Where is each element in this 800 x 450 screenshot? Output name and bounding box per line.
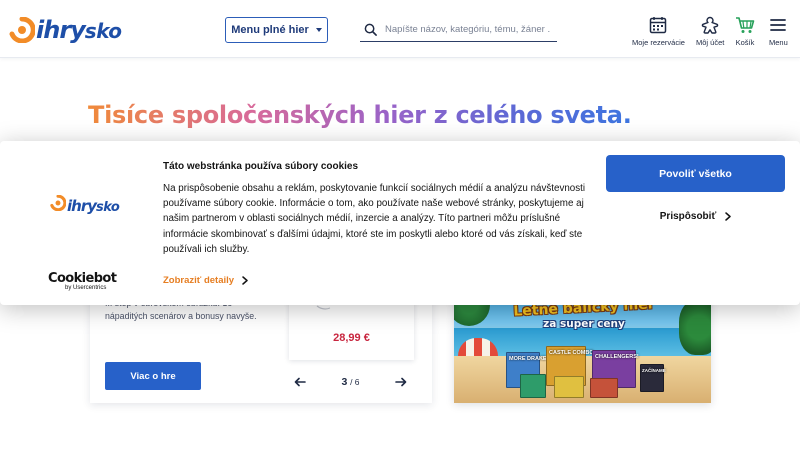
account-link[interactable]: Môj účet xyxy=(696,16,724,47)
summer-bundles-banner[interactable]: Letné balíčky hier za super ceny MORE DR… xyxy=(454,290,711,403)
account-label: Môj účet xyxy=(696,38,725,47)
game-box-label: CASTLE COMBO xyxy=(549,350,594,356)
cookie-banner-text: Na prispôsobenie obsahu a reklám, poskyt… xyxy=(163,183,586,255)
hero-title: Tisíce spoločenských hier z celého sveta… xyxy=(88,101,632,129)
cart-label: Košík xyxy=(735,38,755,47)
chevron-right-icon xyxy=(242,276,248,285)
more-about-game-button[interactable]: Viac o hre xyxy=(105,362,201,390)
palm-right-image xyxy=(679,300,711,355)
customize-label: Prispôsobiť xyxy=(659,210,717,222)
main-menu-link[interactable]: Menu xyxy=(769,16,788,47)
search-bar xyxy=(360,17,557,42)
logo-mark-icon xyxy=(50,194,67,216)
game-box xyxy=(520,374,546,398)
show-details-link[interactable]: Zobraziť detaily xyxy=(163,275,248,286)
game-box xyxy=(590,378,618,398)
reservations-label: Moje rezervácie xyxy=(632,38,685,47)
page-total: / 6 xyxy=(350,377,360,387)
search-icon[interactable] xyxy=(364,23,377,36)
customize-button[interactable]: Prispôsobiť xyxy=(606,205,785,227)
main-menu-label: Menu xyxy=(769,38,788,47)
hamburger-icon xyxy=(770,19,787,31)
carousel-pager: 3 / 6 xyxy=(294,376,407,388)
search-input[interactable] xyxy=(385,23,550,35)
arrow-right-icon[interactable] xyxy=(395,377,407,387)
game-box-label: MORE DRAKE xyxy=(509,356,547,362)
site-header: ihrysko Menu plné hier Moje rezervácie M… xyxy=(0,0,800,58)
product-price: 28,99 € xyxy=(333,332,370,344)
cookie-consent-banner: ihrysko Táto webstránka používa súbory c… xyxy=(0,141,800,305)
logo-text-sub: sko xyxy=(84,19,122,43)
cookiebot-name: Cookiebot xyxy=(48,271,117,286)
cookie-banner-logo: ihrysko xyxy=(50,194,120,216)
game-box: ZAČÍNAME xyxy=(640,364,666,392)
page-current: 3 xyxy=(341,376,348,388)
game-box xyxy=(554,376,584,398)
games-menu-button[interactable]: Menu plné hier xyxy=(225,17,328,43)
calendar-icon xyxy=(650,17,667,34)
meeple-icon xyxy=(701,16,719,34)
banner-subheadline: za super ceny xyxy=(543,318,625,330)
logo-text-main: ihry xyxy=(36,16,86,44)
logo-mark-icon xyxy=(9,16,36,44)
site-logo[interactable]: ihrysko xyxy=(9,15,122,45)
games-menu-label: Menu plné hier xyxy=(231,24,309,36)
allow-all-button[interactable]: Povoliť všetko xyxy=(606,155,785,192)
cart-link[interactable]: Košík xyxy=(735,16,755,47)
arrow-left-icon[interactable] xyxy=(294,377,306,387)
reservations-link[interactable]: Moje rezervácie xyxy=(632,16,685,47)
game-boxes-image: MORE DRAKE CASTLE COMBO CHALLENGERS! ZAČ… xyxy=(494,342,674,402)
logo-text-main: ihry xyxy=(67,196,97,215)
caret-down-icon xyxy=(315,28,322,32)
cookie-banner-title: Táto webstránka používa súbory cookies xyxy=(163,161,359,172)
chevron-right-icon xyxy=(725,211,731,221)
cart-icon xyxy=(736,17,755,33)
page-indicator: 3 / 6 xyxy=(341,376,359,388)
cookiebot-logo: Cookiebot by Usercentrics xyxy=(48,271,117,291)
show-details-label: Zobraziť detaily xyxy=(163,275,235,286)
game-box-label: ZAČÍNAME xyxy=(642,368,666,373)
logo-text-sub: sko xyxy=(96,199,120,215)
game-box-label: CHALLENGERS! xyxy=(595,354,639,360)
featured-game-card: ... stôp v obrovskom obrázku. 16 nápadit… xyxy=(90,290,432,403)
